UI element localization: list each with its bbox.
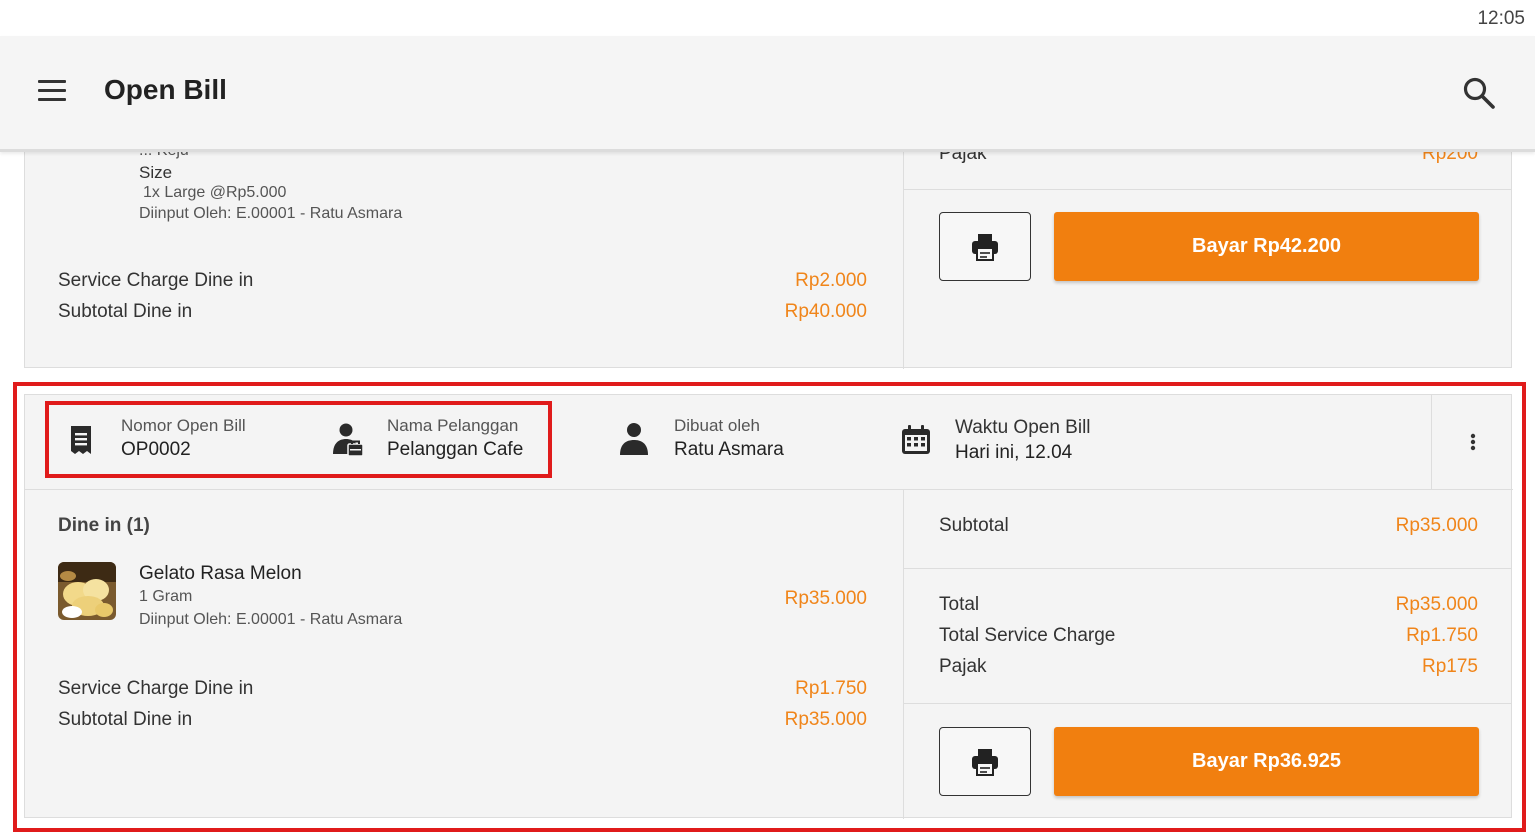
print-button[interactable] (939, 727, 1031, 796)
item-modifier-group: Size (139, 163, 173, 182)
subtotal-value: Rp35.000 (784, 709, 867, 730)
subtotal-label: Subtotal Dine in (58, 709, 193, 730)
printer-icon (972, 749, 998, 776)
service-charge-value: Rp1.750 (795, 678, 867, 699)
item-input-by: Diinput Oleh: E.00001 - Ratu Asmara (139, 611, 403, 628)
customer-label: Nama Pelanggan (387, 416, 519, 435)
open-time-value: Hari ini, 12.04 (955, 442, 1073, 463)
search-icon[interactable] (1462, 76, 1496, 110)
app-bar: Open Bill (0, 36, 1535, 152)
calendar-icon (902, 425, 930, 454)
summary-total-value: Rp35.000 (1395, 594, 1478, 615)
item-topping-partial: ... Keju (139, 152, 189, 160)
page-title: Open Bill (104, 74, 227, 105)
person-icon (620, 423, 648, 455)
service-charge-label: Service Charge Dine in (58, 678, 254, 699)
bill-number-label: Nomor Open Bill (121, 416, 246, 435)
creator-value: Ratu Asmara (674, 439, 784, 460)
service-charge-label: Service Charge Dine in (58, 270, 254, 291)
summary-pajak-value: Rp175 (1422, 656, 1478, 677)
summary-subtotal-label: Subtotal (939, 515, 1009, 536)
receipt-icon (71, 426, 91, 454)
pay-button[interactable]: Bayar Rp42.200 (1054, 212, 1479, 281)
item-modifier-value: 1x Large @Rp5.000 (143, 184, 287, 201)
summary-pajak-label: Pajak (939, 656, 987, 677)
hamburger-menu-icon[interactable] (38, 80, 66, 102)
summary-total-label: Total (939, 594, 980, 615)
summary-service-value: Rp1.750 (1406, 625, 1478, 646)
open-time-label: Waktu Open Bill (955, 417, 1091, 438)
person-bag-icon (333, 423, 364, 457)
bill-number-value: OP0002 (121, 439, 191, 460)
pajak-value: Rp200 (1422, 152, 1478, 164)
creator-label: Dibuat oleh (674, 416, 761, 435)
open-bill-card: ... Keju Size 1x Large @Rp5.000 Diinput … (24, 152, 1512, 369)
subtotal-value: Rp40.000 (784, 301, 867, 322)
pay-button[interactable]: Bayar Rp36.925 (1054, 727, 1479, 796)
summary-service-label: Total Service Charge (939, 625, 1116, 646)
item-input-by: Diinput Oleh: E.00001 - Ratu Asmara (139, 205, 403, 222)
more-vertical-icon[interactable] (1461, 425, 1485, 459)
item-price: Rp35.000 (784, 588, 867, 609)
item-name: Gelato Rasa Melon (139, 563, 302, 584)
printer-icon (972, 234, 998, 261)
section-title-dine-in: Dine in (1) (58, 515, 150, 536)
bill-list[interactable]: ... Keju Size 1x Large @Rp5.000 Diinput … (0, 152, 1535, 838)
summary-subtotal-value: Rp35.000 (1395, 515, 1478, 536)
customer-value: Pelanggan Cafe (387, 439, 524, 460)
print-button[interactable] (939, 212, 1031, 281)
item-quantity: 1 Gram (139, 588, 193, 605)
pajak-label: Pajak (939, 152, 987, 164)
open-bill-card-op0002: Nomor Open Bill OP0002 Nama Pelanggan Pe… (24, 394, 1513, 819)
subtotal-label: Subtotal Dine in (58, 301, 193, 322)
item-thumbnail (58, 562, 116, 620)
status-bar: 12:05 (0, 0, 1535, 36)
service-charge-value: Rp2.000 (795, 270, 867, 291)
status-time: 12:05 (1477, 8, 1525, 29)
